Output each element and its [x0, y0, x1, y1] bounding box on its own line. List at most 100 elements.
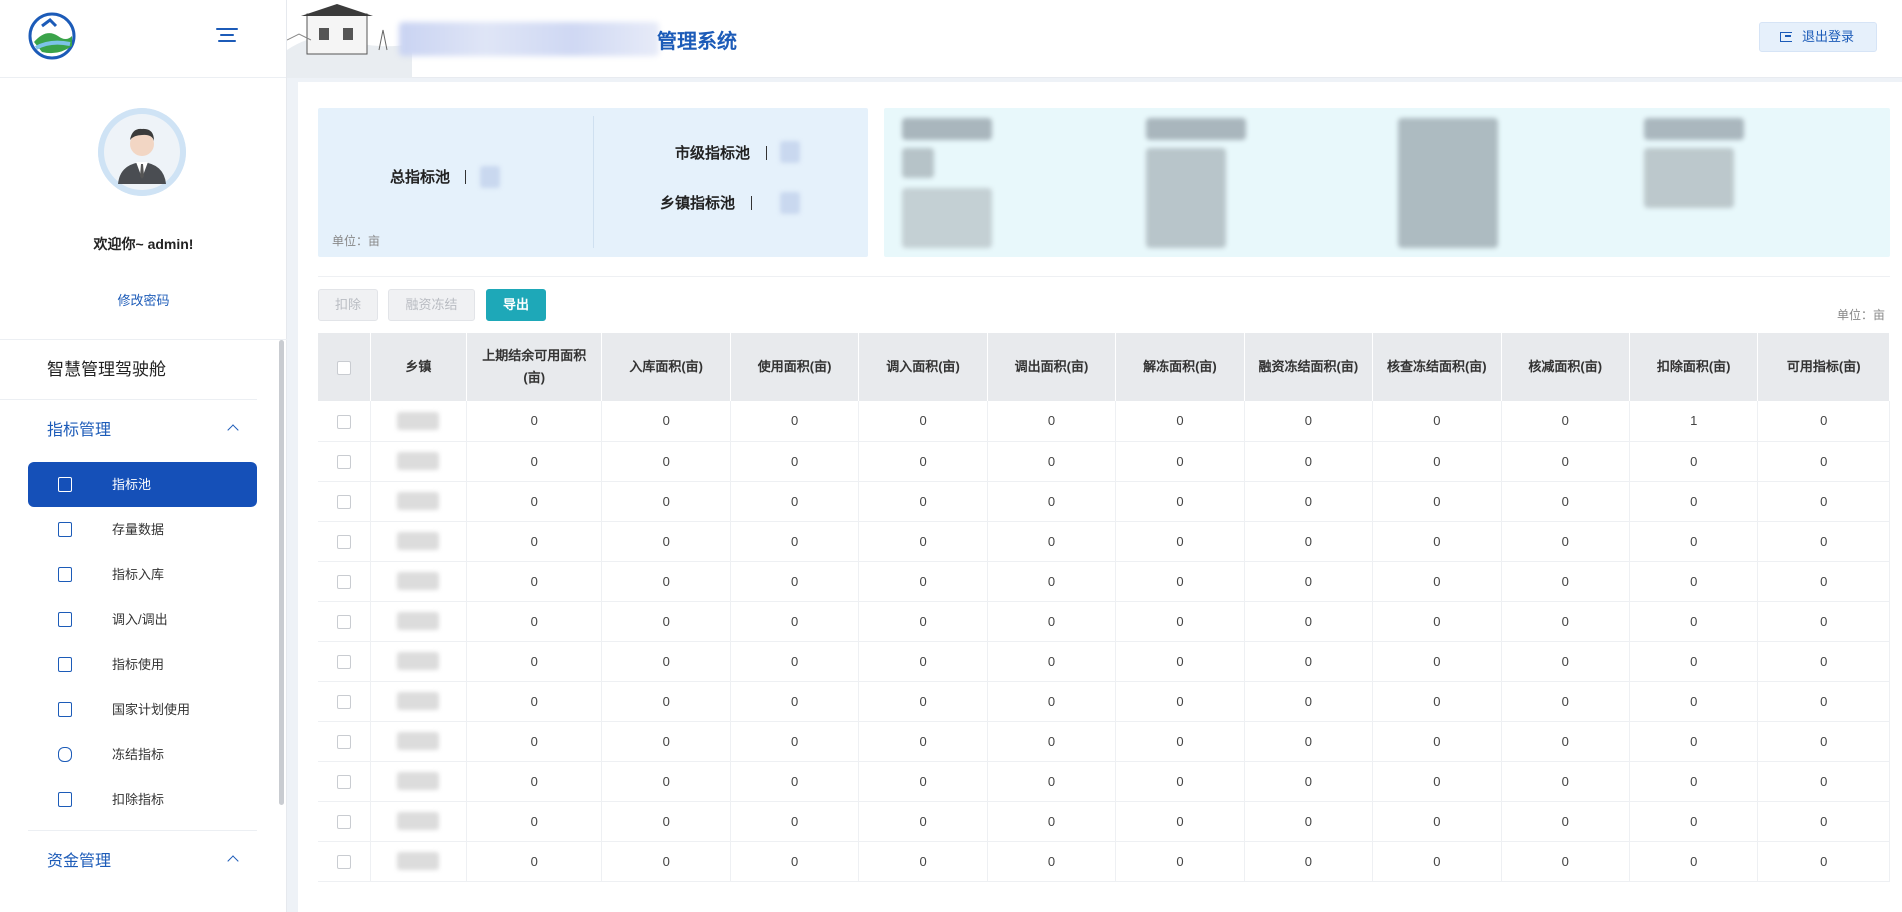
table-cell: 0 — [1115, 841, 1245, 882]
table-row[interactable]: 00000000000 — [318, 721, 1890, 762]
table-cell: 0 — [1115, 401, 1245, 442]
table-cell: 0 — [601, 641, 731, 682]
table-cell: 0 — [730, 441, 860, 482]
table-cell: 0 — [1757, 521, 1890, 562]
town-name-redacted — [370, 801, 468, 842]
town-pool-value — [780, 192, 800, 214]
sidebar-item-transfer[interactable]: 调入/调出 — [28, 597, 257, 642]
table-cell: 0 — [858, 681, 988, 722]
redacted-block — [1146, 118, 1246, 140]
table-row[interactable]: 00000000000 — [318, 841, 1890, 882]
separator — [766, 146, 767, 160]
table-cell: 0 — [987, 801, 1117, 842]
table-cell: 0 — [730, 561, 860, 602]
row-checkbox[interactable] — [318, 641, 371, 682]
table-cell: 0 — [858, 521, 988, 562]
table-cell: 0 — [1115, 721, 1245, 762]
table-cell: 0 — [1629, 601, 1759, 642]
table-cell: 0 — [1244, 521, 1374, 562]
row-checkbox[interactable] — [318, 761, 371, 802]
nav-section-indicator[interactable]: 指标管理 — [0, 400, 287, 462]
row-checkbox[interactable] — [318, 521, 371, 562]
row-checkbox[interactable] — [318, 681, 371, 722]
table-cell: 0 — [466, 641, 603, 682]
chevron-up-icon — [227, 855, 239, 867]
table-cell: 0 — [466, 601, 603, 642]
sidebar-item-stock-data[interactable]: 存量数据 — [28, 507, 257, 552]
nav-section-label: 资金管理 — [47, 853, 112, 870]
sidebar-item-national-plan[interactable]: 国家计划使用 — [28, 687, 257, 732]
sidebar-item-deduct[interactable]: 扣除指标 — [28, 777, 257, 822]
select-all-checkbox[interactable] — [318, 333, 371, 401]
table-cell: 0 — [1757, 841, 1890, 882]
table-cell: 0 — [1501, 481, 1630, 522]
table-row[interactable]: 00000000000 — [318, 681, 1890, 722]
town-name-redacted — [370, 761, 468, 802]
table-cell: 0 — [601, 561, 731, 602]
header-title-redacted — [399, 22, 659, 56]
nav-section-funds[interactable]: 资金管理 — [0, 831, 287, 893]
table-cell: 0 — [1244, 441, 1374, 482]
table-row[interactable]: 00000000000 — [318, 601, 1890, 642]
row-checkbox[interactable] — [318, 441, 371, 482]
export-button[interactable]: 导出 — [486, 289, 546, 321]
table-row[interactable]: 00000000000 — [318, 561, 1890, 602]
table-cell: 0 — [1629, 801, 1759, 842]
row-checkbox[interactable] — [318, 401, 371, 442]
table-row[interactable]: 00000000000 — [318, 641, 1890, 682]
table-unit: 单位：亩 — [1837, 308, 1886, 322]
table-cell: 0 — [987, 721, 1117, 762]
table-cell: 0 — [466, 681, 603, 722]
row-checkbox[interactable] — [318, 481, 371, 522]
row-checkbox[interactable] — [318, 601, 371, 642]
deduct-button[interactable]: 扣除 — [318, 289, 378, 321]
table-cell: 0 — [601, 801, 731, 842]
table-row[interactable]: 00000000000 — [318, 801, 1890, 842]
table-cell: 0 — [1372, 801, 1502, 842]
table-cell: 0 — [1501, 761, 1630, 802]
table-cell: 0 — [1757, 721, 1890, 762]
table-row[interactable]: 00000000000 — [318, 441, 1890, 482]
redacted-block — [902, 148, 934, 178]
nav-group-title[interactable]: 智慧管理驾驶舱 — [0, 340, 257, 400]
column-header: 核减面积(亩) — [1501, 333, 1630, 401]
summary-card: 总指标池 市级指标池 乡镇指标池 单位：亩 — [318, 108, 868, 257]
sidebar-item-indicator-usage[interactable]: 指标使用 — [28, 642, 257, 687]
town-name-redacted — [370, 441, 468, 482]
table-cell: 0 — [1501, 801, 1630, 842]
table-cell: 0 — [466, 801, 603, 842]
table-row[interactable]: 00000000000 — [318, 761, 1890, 802]
sidebar-item-indicator-import[interactable]: 指标入库 — [28, 552, 257, 597]
table-row[interactable]: 00000000000 — [318, 521, 1890, 562]
row-checkbox[interactable] — [318, 721, 371, 762]
table-cell: 0 — [730, 601, 860, 642]
table-cell: 0 — [1372, 561, 1502, 602]
town-name-redacted — [370, 641, 468, 682]
table-row[interactable]: 00000000000 — [318, 481, 1890, 522]
table-cell: 0 — [987, 561, 1117, 602]
table-cell: 0 — [466, 521, 603, 562]
table-cell: 0 — [858, 481, 988, 522]
table-cell: 0 — [1372, 761, 1502, 802]
table-cell: 0 — [1244, 561, 1374, 602]
table-row[interactable]: 00000000010 — [318, 401, 1890, 442]
table-cell: 0 — [1115, 801, 1245, 842]
sidebar: 欢迎你~ admin! 修改密码 智慧管理驾驶舱 指标管理 指标池 存量数据 指… — [0, 0, 287, 912]
document-icon — [58, 657, 72, 672]
freeze-button[interactable]: 融资冻结 — [388, 289, 475, 321]
table-cell: 0 — [1115, 481, 1245, 522]
table-cell: 0 — [1244, 801, 1374, 842]
sidebar-item-indicator-pool[interactable]: 指标池 — [28, 462, 257, 507]
row-checkbox[interactable] — [318, 841, 371, 882]
logout-button[interactable]: 退出登录 — [1759, 22, 1877, 52]
sidebar-scrollbar[interactable] — [279, 340, 284, 805]
row-checkbox[interactable] — [318, 561, 371, 602]
column-header: 扣除面积(亩) — [1629, 333, 1759, 401]
table-cell: 0 — [987, 641, 1117, 682]
table-cell: 0 — [858, 721, 988, 762]
change-password-link[interactable]: 修改密码 — [0, 290, 287, 309]
table-cell: 0 — [1757, 801, 1890, 842]
row-checkbox[interactable] — [318, 801, 371, 842]
sidebar-item-frozen[interactable]: 冻结指标 — [28, 732, 257, 777]
table-cell: 0 — [466, 561, 603, 602]
